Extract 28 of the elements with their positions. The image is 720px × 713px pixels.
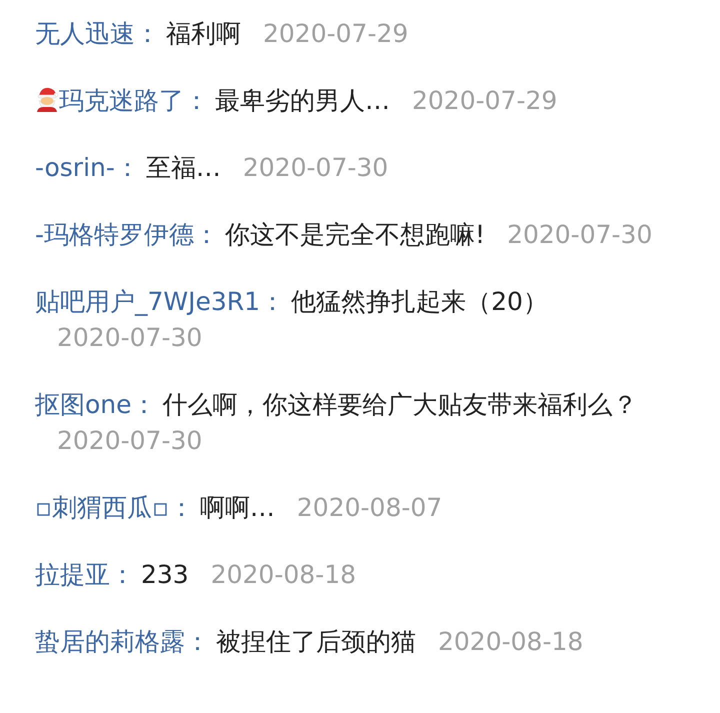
user-name[interactable]: 无人迅速：: [35, 19, 160, 48]
comment-date: 2020-07-29: [412, 86, 558, 115]
user-name[interactable]: 玛克迷路了：: [59, 86, 209, 115]
comment-date: 2020-07-30: [242, 153, 388, 182]
comment-date: 2020-07-30: [57, 426, 202, 455]
hat-figure-icon: [35, 86, 59, 112]
comment-text: 最卑劣的男人…: [215, 86, 390, 115]
comment-text: 什么啊，你这样要给广大贴友带来福利么？: [162, 390, 638, 419]
comment-text: 被捏住了后颈的猫: [216, 627, 416, 656]
user-name[interactable]: ▫刺猬西瓜▫：: [35, 493, 194, 522]
user-name[interactable]: -玛格特罗伊德：: [35, 220, 220, 249]
comment-text: 啊啊…: [200, 493, 275, 522]
comment-text: 你这不是完全不想跑嘛!: [225, 220, 486, 249]
user-name[interactable]: -osrin-：: [35, 153, 140, 182]
comment-date: 2020-07-29: [263, 19, 408, 48]
user-name[interactable]: 拉提亚：: [35, 560, 135, 589]
comment-text: 福利啊: [166, 19, 241, 48]
comment-date: 2020-08-18: [210, 560, 356, 589]
comment-date: 2020-07-30: [57, 323, 202, 352]
user-name[interactable]: 抠图one：: [35, 390, 157, 419]
comment-date: 2020-07-30: [507, 220, 652, 249]
comment-date: 2020-08-18: [438, 627, 584, 656]
comment-text: 至福…: [146, 153, 221, 182]
comment-text: 233: [141, 560, 189, 589]
comment-text: 他猛然挣扎起来（20）: [291, 287, 548, 316]
user-name[interactable]: 贴吧用户_7WJe3R1：: [35, 287, 286, 316]
user-name[interactable]: 蛰居的莉格露：: [35, 627, 210, 656]
comment-date: 2020-08-07: [296, 493, 442, 522]
